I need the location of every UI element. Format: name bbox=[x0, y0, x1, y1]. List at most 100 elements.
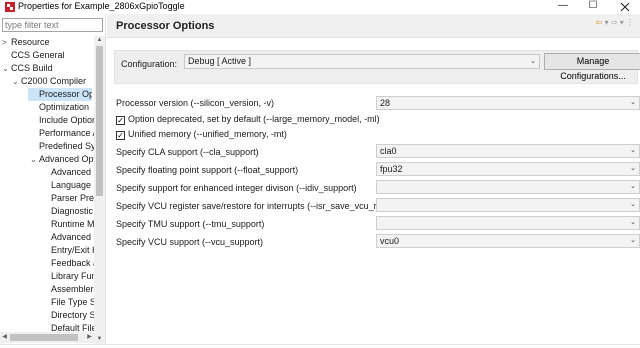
tree-item[interactable]: Optimization bbox=[30, 101, 94, 114]
tree-item[interactable]: ⌄ CCS Build bbox=[2, 62, 94, 75]
menu-icon[interactable]: ⋮ bbox=[626, 18, 634, 27]
window-titlebar: Properties for Example_2806xGpioToggle —… bbox=[0, 0, 640, 14]
checkbox-label: Option deprecated, set by default (--lar… bbox=[128, 114, 380, 124]
chevron-down-icon: ⌄ bbox=[630, 165, 636, 172]
tree-item[interactable]: ⌄ C2000 Compiler bbox=[12, 75, 94, 88]
configuration-dropdown[interactable]: Debug [ Active ] ⌄ bbox=[184, 54, 540, 69]
tree-item-label: Advanced C bbox=[51, 232, 94, 242]
tree-item-label: Feedback a bbox=[51, 258, 94, 268]
tree-item[interactable]: Runtime M bbox=[42, 218, 94, 231]
chevron-down-icon[interactable]: ⌄ bbox=[30, 153, 39, 166]
configuration-value: Debug [ Active ] bbox=[188, 56, 252, 66]
tree-item[interactable]: Processor Opt bbox=[28, 88, 92, 101]
tree-item[interactable]: Diagnostic bbox=[42, 205, 94, 218]
tree-item[interactable]: File Type Sp bbox=[42, 296, 94, 309]
chevron-down-icon: ⌄ bbox=[630, 99, 636, 106]
chevron-down-icon: ⌄ bbox=[630, 237, 636, 244]
tree-item-label: Predefined Syr bbox=[39, 141, 94, 151]
tree-item-label: C2000 Compiler bbox=[21, 76, 87, 86]
dropdown-icon[interactable]: ▾ bbox=[620, 18, 624, 27]
tree-item-label: Performance A bbox=[39, 128, 94, 138]
tree-item-label: Optimization bbox=[39, 102, 90, 112]
option-value: cla0 bbox=[380, 146, 397, 156]
chevron-down-icon: ⌄ bbox=[630, 219, 636, 226]
tree-vertical-scrollbar[interactable]: ▲ ▼ bbox=[94, 36, 105, 344]
manage-configurations-button[interactable]: Manage Configurations... bbox=[544, 53, 640, 81]
page-header: Processor Options ⇦ ▾ ⇨ ▾ ⋮ bbox=[107, 14, 640, 38]
cla-support-dropdown[interactable]: cla0 ⌄ bbox=[376, 144, 640, 158]
processor-version-dropdown[interactable]: 28 ⌄ bbox=[376, 96, 640, 110]
tree-item[interactable]: Assembler bbox=[42, 283, 94, 296]
tree-item[interactable]: Library Fun bbox=[42, 270, 94, 283]
tree-item[interactable]: Include Option bbox=[30, 114, 94, 127]
chevron-down-icon[interactable]: ⌄ bbox=[2, 62, 11, 75]
horizontal-scroll-thumb[interactable] bbox=[10, 334, 78, 341]
tmu-support-dropdown[interactable]: ⌄ bbox=[376, 216, 640, 230]
tree-item[interactable]: Directory S bbox=[42, 309, 94, 322]
dropdown-icon[interactable]: ▾ bbox=[605, 18, 609, 27]
chevron-down-icon: ⌄ bbox=[630, 183, 636, 190]
option-label: Specify support for enhanced integer div… bbox=[116, 183, 357, 193]
processor-options-page: Processor Options ⇦ ▾ ⇨ ▾ ⋮ Configuratio… bbox=[107, 14, 640, 348]
properties-tree: > Resource CCS General ⌄ CCS Build ⌄ C2000 Com… bbox=[0, 36, 94, 344]
tree-item[interactable]: Predefined Syr bbox=[30, 140, 94, 153]
tree-item[interactable]: CCS General bbox=[2, 49, 94, 62]
large-memory-model-checkbox-row[interactable]: ✓ Option deprecated, set by default (--la… bbox=[116, 114, 380, 125]
scroll-down-arrow-icon[interactable]: ▼ bbox=[94, 335, 105, 344]
maximize-button[interactable]: ☐ bbox=[578, 0, 608, 13]
tree-item-label: Diagnostic bbox=[51, 206, 94, 216]
tree-item[interactable]: ⌄ Advanced Opt bbox=[30, 153, 94, 166]
option-label: Specify floating point support (--float_… bbox=[116, 165, 299, 175]
tree-item[interactable]: Language C bbox=[42, 179, 94, 192]
chevron-down-icon[interactable]: ⌄ bbox=[12, 75, 21, 88]
scroll-right-arrow-icon[interactable]: ▶ bbox=[85, 332, 94, 343]
forward-arrow-icon[interactable]: ⇨ bbox=[611, 18, 618, 27]
vcu-support-dropdown[interactable]: vcu0 ⌄ bbox=[376, 234, 640, 248]
chevron-right-icon[interactable]: > bbox=[2, 36, 11, 49]
large-memory-model-checkbox[interactable]: ✓ bbox=[116, 116, 125, 125]
option-label: Specify VCU support (--vcu_support) bbox=[116, 237, 264, 247]
float-support-dropdown[interactable]: fpu32 ⌄ bbox=[376, 162, 640, 176]
option-label: Specify TMU support (--tmu_support) bbox=[116, 219, 265, 229]
tree-item[interactable]: Advanced D bbox=[42, 166, 94, 179]
isr-save-vcu-regs-dropdown[interactable]: ⌄ bbox=[376, 198, 640, 212]
window-bottom-edge bbox=[0, 344, 640, 348]
unified-memory-checkbox-row[interactable]: ✓ Unified memory (--unified_memory, -mt) bbox=[116, 129, 287, 140]
option-value: fpu32 bbox=[380, 164, 403, 174]
checkbox-label: Unified memory (--unified_memory, -mt) bbox=[128, 129, 287, 139]
back-arrow-icon[interactable]: ⇦ bbox=[596, 18, 603, 27]
ccs-app-icon bbox=[5, 2, 15, 12]
scroll-left-arrow-icon[interactable]: ◀ bbox=[0, 332, 9, 343]
tree-horizontal-scrollbar[interactable]: ◀ ▶ bbox=[0, 332, 94, 343]
tree-item-label: Advanced D bbox=[51, 167, 94, 177]
tree-item[interactable]: Advanced C bbox=[42, 231, 94, 244]
tree-item-label: CCS General bbox=[11, 50, 65, 60]
tree-item-label: CCS Build bbox=[11, 63, 53, 73]
close-button[interactable] bbox=[610, 1, 640, 13]
minimize-button[interactable]: — bbox=[548, 0, 578, 13]
tree-item-label: Language C bbox=[51, 180, 94, 190]
page-title: Processor Options bbox=[116, 20, 215, 32]
tree-item[interactable]: Feedback a bbox=[42, 257, 94, 270]
option-value: vcu0 bbox=[380, 236, 400, 246]
tree-item-label: Entry/Exit H bbox=[51, 245, 94, 255]
tree-item[interactable]: Entry/Exit H bbox=[42, 244, 94, 257]
idiv-support-dropdown[interactable]: ⌄ bbox=[376, 180, 640, 194]
option-label: Processor version (--silicon_version, -v… bbox=[116, 98, 275, 108]
configuration-panel: Configuration: Debug [ Active ] ⌄ Manage… bbox=[114, 50, 640, 84]
option-label: Specify VCU register save/restore for in… bbox=[116, 201, 395, 211]
tree-item-label: Processor Opt bbox=[39, 89, 92, 99]
tree-item[interactable]: Performance A bbox=[30, 127, 94, 140]
chevron-down-icon: ⌄ bbox=[630, 147, 636, 154]
configuration-label: Configuration: bbox=[121, 59, 178, 69]
vertical-scroll-thumb[interactable] bbox=[96, 46, 103, 196]
option-label: Specify CLA support (--cla_support) bbox=[116, 147, 259, 157]
tree-item-label: Advanced Opt bbox=[39, 154, 94, 164]
chevron-down-icon: ⌄ bbox=[530, 58, 536, 65]
unified-memory-checkbox[interactable]: ✓ bbox=[116, 131, 125, 140]
scroll-up-arrow-icon[interactable]: ▲ bbox=[94, 36, 105, 45]
tree-item[interactable]: Parser Prep bbox=[42, 192, 94, 205]
tree-item-label: Parser Prep bbox=[51, 193, 94, 203]
tree-item[interactable]: > Resource bbox=[2, 36, 94, 49]
filter-input[interactable] bbox=[2, 18, 103, 32]
